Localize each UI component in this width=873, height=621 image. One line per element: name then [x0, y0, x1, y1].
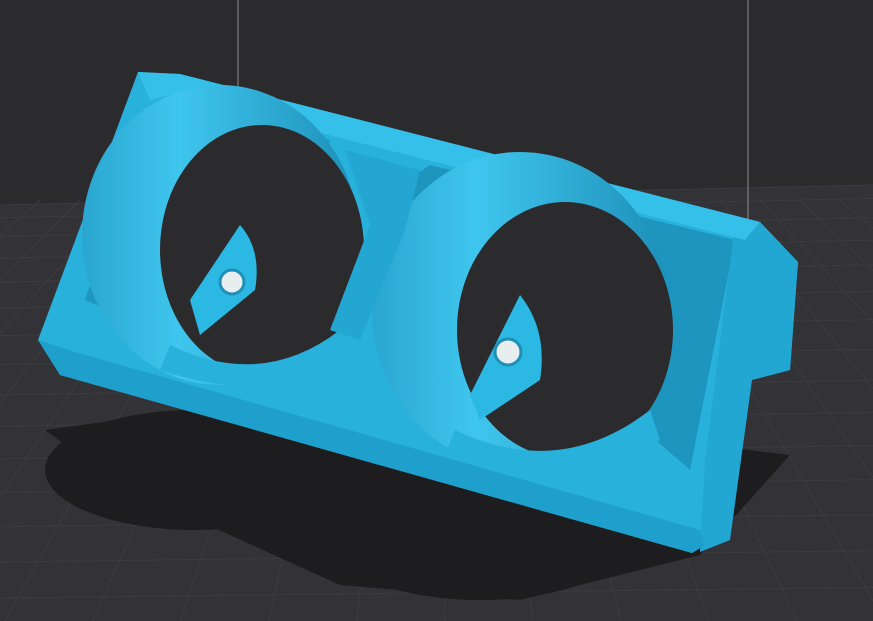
3d-viewport[interactable]: [0, 0, 873, 621]
scene-canvas[interactable]: [0, 0, 873, 621]
